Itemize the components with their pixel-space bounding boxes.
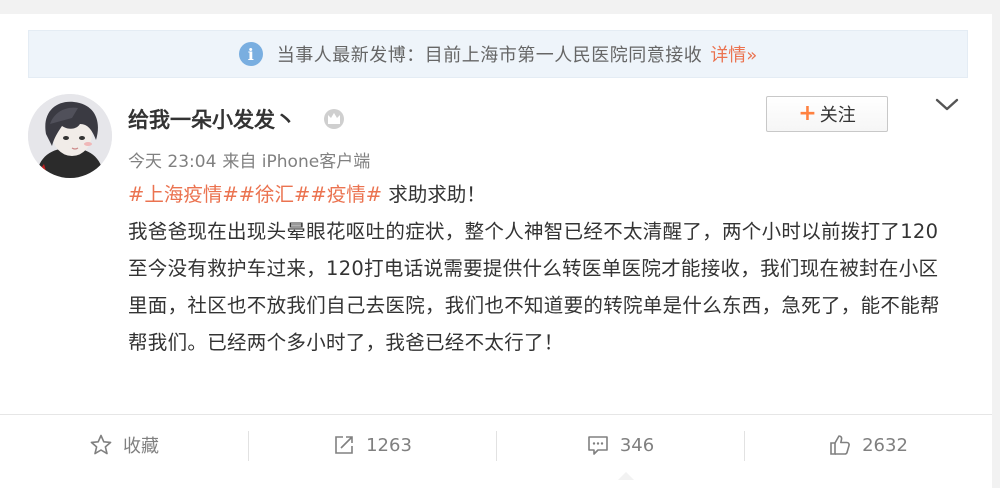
comment-active-indicator <box>618 472 634 480</box>
crown-icon <box>324 109 344 129</box>
post-title-suffix: 求助求助！ <box>382 183 486 206</box>
info-icon: i <box>238 42 263 66</box>
post-source: 来自 iPhone客户端 <box>222 152 371 172</box>
comment-count: 346 <box>619 434 655 456</box>
hashtag-shanghai[interactable]: #上海疫情# <box>128 183 239 206</box>
post-time[interactable]: 今天 23:04 <box>128 152 216 172</box>
plus-icon: + <box>798 101 817 126</box>
notice-detail-link[interactable]: 详情» <box>710 41 757 67</box>
post-meta: 今天 23:04 来自 iPhone客户端 <box>128 147 376 172</box>
follow-label: 关注 <box>819 105 856 126</box>
comment-icon <box>588 436 608 455</box>
star-icon <box>90 434 112 455</box>
like-button[interactable]: 2632 <box>744 415 992 475</box>
action-bar: 收藏 1263 346 2632 <box>0 415 992 475</box>
avatar[interactable] <box>28 94 112 178</box>
notice-text: 当事人最新发博：目前上海市第一人民医院同意接收 <box>276 45 703 66</box>
like-count: 2632 <box>862 434 908 456</box>
thumbs-up-icon <box>830 435 850 455</box>
follow-button[interactable]: + 关注 <box>766 96 888 132</box>
post-body: 我爸爸现在出现头晕眼花呕吐的症状，整个人神智已经不太清醒了，两个小时以前拨打了1… <box>128 220 940 354</box>
author-name[interactable]: 给我一朵小发发丶 <box>128 104 296 134</box>
favorite-label: 收藏 <box>123 436 159 457</box>
favorite-button[interactable]: 收藏 <box>0 415 248 475</box>
repost-button[interactable]: 1263 <box>248 415 496 475</box>
repost-count: 1263 <box>366 434 412 456</box>
hashtag-xuhui[interactable]: #徐汇# <box>239 183 311 206</box>
chevron-down-icon[interactable] <box>934 96 960 114</box>
hashtag-epidemic[interactable]: #疫情# <box>310 183 382 206</box>
repost-icon <box>335 436 353 454</box>
post-content: #上海疫情##徐汇##疫情# 求助求助！ 我爸爸现在出现头晕眼花呕吐的症状，整个… <box>128 176 958 361</box>
comment-button[interactable]: 346 <box>496 415 744 475</box>
notice-bar[interactable]: i 当事人最新发博：目前上海市第一人民医院同意接收 详情» <box>28 30 968 78</box>
